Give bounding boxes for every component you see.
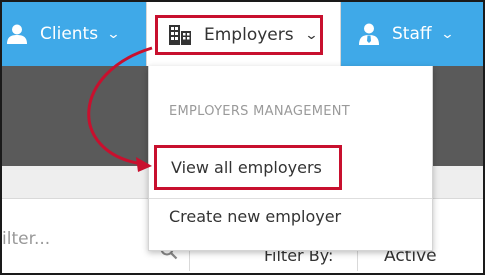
chevron-down-icon: ⌄	[303, 27, 319, 43]
nav-clients-label: Clients	[40, 24, 99, 44]
top-navbar: Clients ⌄ Employers ⌄ Staff ⌄	[2, 2, 483, 66]
building-icon	[169, 25, 191, 45]
dropdown-section-header: EMPLOYERS MANAGEMENT	[169, 104, 351, 119]
menu-item-create-new-employer[interactable]: Create new employer	[169, 207, 341, 226]
menu-item-view-all-employers[interactable]: View all employers	[154, 145, 342, 190]
search-input[interactable]: ilter...	[2, 229, 50, 249]
nav-staff-label: Staff	[392, 24, 432, 44]
nav-clients[interactable]: Clients ⌄	[6, 2, 121, 66]
screenshot-frame: Clients ⌄ Employers ⌄ Staff ⌄ ilter... F…	[0, 0, 485, 275]
nav-staff[interactable]: Staff ⌄	[358, 2, 455, 66]
chevron-down-icon: ⌄	[439, 26, 455, 42]
nav-employers-label: Employers	[204, 25, 294, 45]
employers-dropdown-menu: EMPLOYERS MANAGEMENT View all employers …	[148, 66, 433, 251]
staff-icon	[359, 23, 379, 45]
chevron-down-icon: ⌄	[106, 26, 121, 42]
menu-item-label: View all employers	[171, 158, 322, 177]
dropdown-divider	[149, 198, 432, 199]
user-icon	[7, 24, 27, 44]
nav-employers[interactable]: Employers ⌄	[155, 15, 323, 55]
